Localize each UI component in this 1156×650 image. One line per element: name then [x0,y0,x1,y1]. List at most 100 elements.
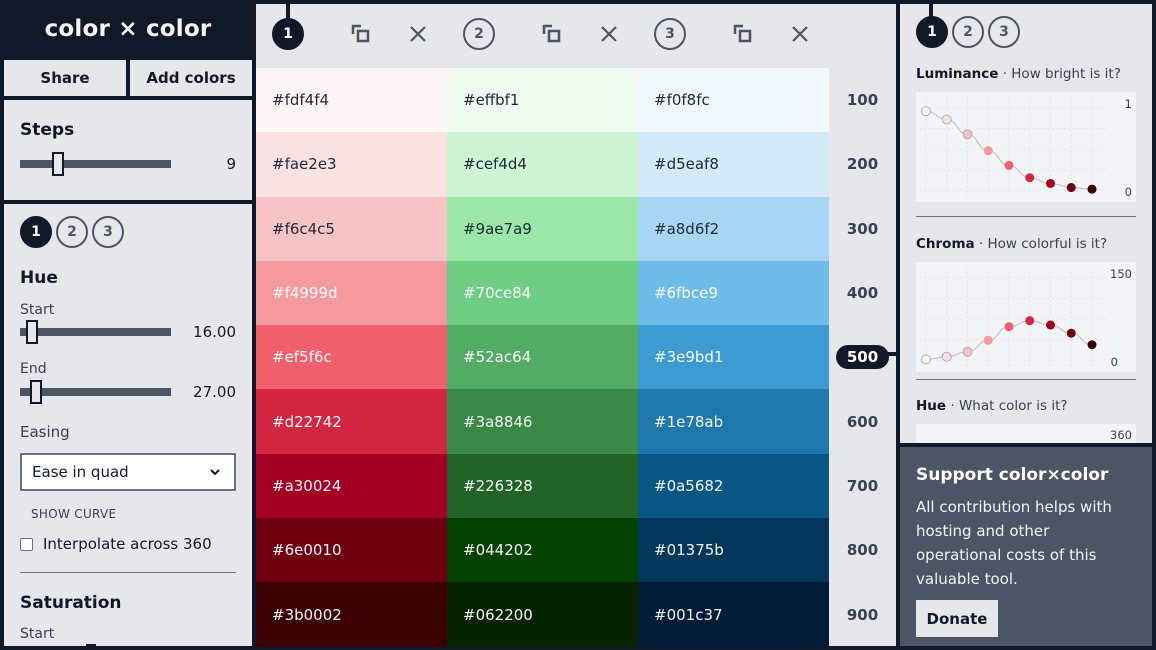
data-point[interactable] [1066,183,1076,193]
data-point[interactable] [1025,173,1035,183]
data-point[interactable] [983,335,993,345]
data-point[interactable] [941,351,952,362]
chart-tab-connector [929,0,933,20]
color-swatch[interactable]: #1e78ab [638,389,829,454]
color-swatch[interactable]: #6fbce9 [638,260,829,326]
color-swatch[interactable]: #0a5682 [638,453,829,519]
show-curve-link[interactable]: SHOW CURVE [31,507,116,521]
y-max-label: 1 [1125,97,1132,111]
color-swatch[interactable]: #d5eaf8 [638,132,829,197]
palette-tab-2[interactable]: 2 [463,18,495,50]
hue-end-slider[interactable] [20,380,171,404]
hue-end-slider-thumb[interactable] [30,380,43,404]
saturation-slider-thumb[interactable] [86,644,96,646]
color-swatch[interactable]: #52ac64 [447,325,638,390]
color-swatch[interactable]: #d22742 [256,389,447,454]
data-point[interactable] [941,114,952,125]
chart-tab-3[interactable]: 3 [988,16,1020,48]
color-swatch[interactable]: #3e9bd1 [638,325,829,390]
steps-value: 9 [226,155,236,173]
scale-label[interactable]: 100 [829,68,896,132]
color-swatch[interactable]: #a30024 [256,453,447,519]
color-swatch[interactable]: #226328 [447,453,638,519]
hue-start-slider-thumb[interactable] [26,320,39,344]
color-swatch[interactable]: #effbf1 [447,68,638,133]
left-sidebar: color × color Share Add colors Steps 9 1… [0,0,256,650]
scale-label[interactable]: 200 [829,132,896,196]
color-swatch[interactable]: #f4999d [256,260,447,326]
donate-button[interactable]: Donate [916,600,998,637]
scale-label[interactable]: 500 [829,325,896,389]
color-swatch[interactable]: #cef4d4 [447,132,638,197]
scale-label[interactable]: 900 [829,582,896,646]
steps-slider-thumb[interactable] [52,152,65,176]
luminance-chart-svg: 10 [920,97,1132,199]
chart-tab-2[interactable]: 2 [952,16,984,48]
data-point[interactable] [921,354,931,365]
chart-tabs: 1 2 3 [916,16,1020,48]
close-icon[interactable] [597,22,621,46]
color-swatch[interactable]: #01375b [638,518,829,583]
data-point[interactable] [1025,316,1035,326]
color-swatch[interactable]: #f0f8fc [638,68,829,133]
duplicate-icon[interactable] [540,22,564,46]
color-swatch[interactable]: #fae2e3 [256,132,447,197]
hue-start-label: Start [20,302,55,318]
data-point[interactable] [1004,160,1014,170]
steps-label: Steps [20,120,75,140]
add-colors-button[interactable]: Add colors [130,60,252,96]
color-swatch[interactable]: #ef5f6c [256,325,447,390]
interpolate-checkbox[interactable] [20,537,33,551]
color-swatch[interactable]: #6e0010 [256,518,447,583]
interpolate-checkbox-row[interactable]: Interpolate across 360 [20,535,212,553]
settings-tab-3[interactable]: 3 [92,216,124,248]
scale-label-text: 800 [846,541,879,560]
data-point[interactable] [1004,322,1014,332]
steps-slider[interactable] [20,152,171,176]
duplicate-icon[interactable] [731,22,755,46]
saturation-label: Saturation [20,593,122,613]
palette-tab-3[interactable]: 3 [654,18,686,50]
steps-panel: Steps 9 [4,100,252,200]
palette-tab-1[interactable]: 1 [272,18,304,50]
app: color × color Share Add colors Steps 9 1… [0,0,1156,650]
hue-start-slider[interactable] [20,320,171,344]
scale-label[interactable]: 400 [829,261,896,325]
support-panel: Support color×color All contribution hel… [900,447,1152,646]
close-icon[interactable] [788,22,812,46]
color-swatch[interactable]: #a8d6f2 [638,196,829,261]
settings-tab-2[interactable]: 2 [56,216,88,248]
color-swatch[interactable]: #3b0002 [256,582,447,647]
color-swatch[interactable]: #f6c4c5 [256,196,447,261]
chart-tab-1[interactable]: 1 [916,16,948,48]
color-swatch[interactable]: #3a8846 [447,389,638,454]
luminance-name: Luminance [916,66,999,82]
chroma-question: · How colorful is it? [978,236,1108,252]
color-swatch[interactable]: #fdf4f4 [256,68,447,133]
chroma-chart: 150 0 [916,262,1136,372]
interpolate-label: Interpolate across 360 [43,535,212,553]
data-point[interactable] [1087,184,1097,194]
scale-label[interactable]: 300 [829,197,896,261]
data-point[interactable] [1046,320,1055,330]
duplicate-icon[interactable] [349,22,373,46]
data-point[interactable] [983,146,993,156]
data-point[interactable] [962,346,973,357]
scale-label[interactable]: 800 [829,518,896,582]
data-point[interactable] [1066,328,1076,338]
data-point[interactable] [1046,178,1055,188]
color-swatch[interactable]: #9ae7a9 [447,196,638,261]
color-swatch[interactable]: #70ce84 [447,260,638,326]
scale-label[interactable]: 700 [829,454,896,518]
data-point[interactable] [921,106,931,117]
data-point[interactable] [1087,340,1097,350]
close-icon[interactable] [406,22,430,46]
share-button[interactable]: Share [4,60,126,96]
color-swatch[interactable]: #001c37 [638,582,829,647]
settings-tab-1[interactable]: 1 [20,216,52,248]
scale-label[interactable]: 600 [829,389,896,453]
data-point[interactable] [962,129,973,140]
easing-select[interactable]: Ease in quad [20,453,236,491]
color-swatch[interactable]: #044202 [447,518,638,583]
color-swatch[interactable]: #062200 [447,582,638,647]
